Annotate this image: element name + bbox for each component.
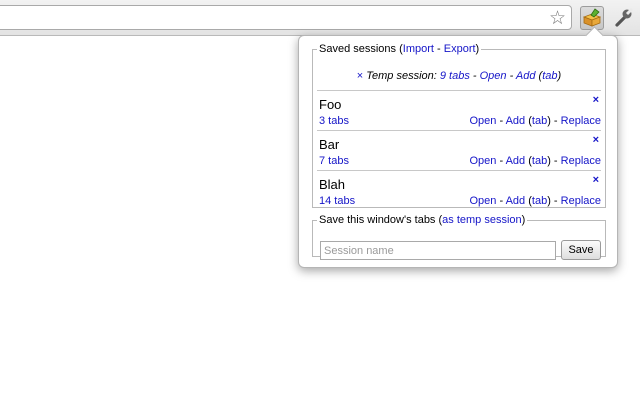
close-icon[interactable]: × (593, 134, 599, 146)
import-link[interactable]: Import (403, 43, 434, 55)
browser-toolbar: ☆ (0, 0, 640, 36)
session-add-tab-link[interactable]: tab (532, 195, 547, 207)
star-icon[interactable]: ☆ (549, 7, 566, 29)
session-row-bar: Bar × 7 tabs Open - Add (tab) - Replace (317, 130, 601, 170)
temp-session-add-link[interactable]: Add (516, 70, 536, 82)
export-link[interactable]: Export (444, 43, 476, 55)
session-add-link[interactable]: Add (506, 195, 526, 207)
session-tabs-link[interactable]: 14 tabs (319, 195, 355, 207)
session-name: Blah (319, 177, 346, 192)
close-icon[interactable]: × (593, 94, 599, 106)
saved-sessions-legend: Saved sessions (Import - Export) (319, 43, 480, 55)
session-name: Bar (319, 137, 340, 152)
session-manager-extension-button[interactable] (580, 6, 604, 30)
close-icon[interactable]: × (357, 70, 363, 82)
session-row-blah: Blah × 14 tabs Open - Add (tab) - Replac… (317, 170, 601, 210)
temp-session-tabs-link[interactable]: 9 tabs (440, 70, 470, 82)
temp-session-label: Temp session: (366, 70, 437, 82)
session-add-tab-link[interactable]: tab (532, 155, 547, 167)
save-window-group: Save this window's tabs (as temp session… (312, 214, 606, 260)
session-replace-link[interactable]: Replace (561, 195, 601, 207)
session-name-input[interactable] (320, 241, 556, 260)
session-open-link[interactable]: Open (469, 155, 496, 167)
session-replace-link[interactable]: Replace (561, 155, 601, 167)
wrench-icon[interactable] (611, 6, 635, 30)
saved-sessions-group: Saved sessions (Import - Export) × Temp … (312, 43, 606, 208)
session-box-icon (582, 8, 602, 27)
address-bar[interactable]: ☆ (0, 5, 572, 30)
session-actions: Open - Add (tab) - Replace (469, 195, 601, 207)
temp-session-row: × Temp session: 9 tabs - Open - Add (tab… (356, 70, 562, 82)
session-actions: Open - Add (tab) - Replace (469, 155, 601, 167)
session-open-link[interactable]: Open (469, 195, 496, 207)
temp-session-open-link[interactable]: Open (480, 70, 507, 82)
temp-session-add-tab-link[interactable]: tab (542, 70, 557, 82)
session-add-link[interactable]: Add (506, 155, 526, 167)
session-tabs-link[interactable]: 7 tabs (319, 155, 349, 167)
session-actions: Open - Add (tab) - Replace (469, 115, 601, 127)
session-row-foo: Foo × 3 tabs Open - Add (tab) - Replace (317, 90, 601, 130)
save-button[interactable]: Save (561, 240, 601, 260)
session-add-tab-link[interactable]: tab (532, 115, 547, 127)
save-window-legend: Save this window's tabs (as temp session… (319, 214, 526, 226)
close-icon[interactable]: × (593, 174, 599, 186)
session-name: Foo (319, 97, 342, 112)
session-manager-popup: Saved sessions (Import - Export) × Temp … (298, 26, 618, 268)
session-open-link[interactable]: Open (469, 115, 496, 127)
session-add-link[interactable]: Add (506, 115, 526, 127)
session-list: Foo × 3 tabs Open - Add (tab) - Replace … (317, 90, 601, 210)
session-tabs-link[interactable]: 3 tabs (319, 115, 349, 127)
save-as-temp-link[interactable]: as temp session (442, 214, 521, 226)
session-replace-link[interactable]: Replace (561, 115, 601, 127)
